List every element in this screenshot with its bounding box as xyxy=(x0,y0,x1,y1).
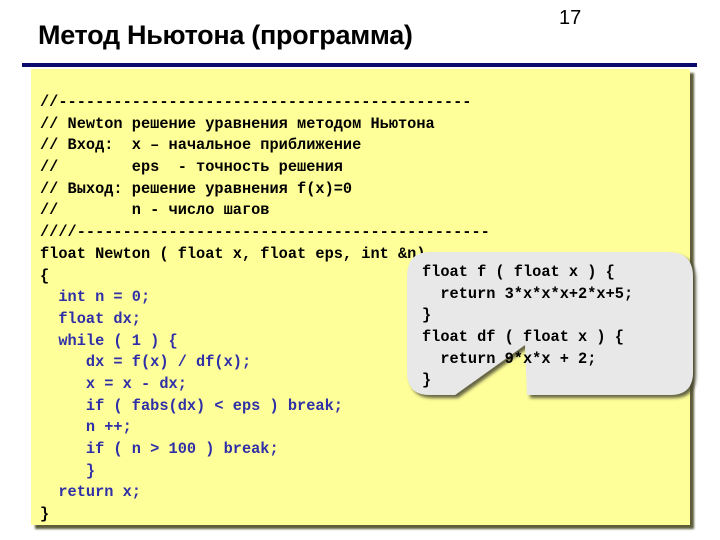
callout-line: float df ( float x ) { xyxy=(422,328,624,347)
code-line: // Newton решение уравнения методом Ньют… xyxy=(40,114,435,133)
code-line: // Выход: решение уравнения f(x)=0 xyxy=(40,179,353,198)
callout-line: } xyxy=(422,371,432,390)
code-line: if ( n > 100 ) break; xyxy=(40,440,279,458)
callout-line: return 3*x*x*x+2*x+5; xyxy=(422,284,634,303)
code-line: } xyxy=(40,461,96,480)
title-divider xyxy=(22,63,697,67)
code-line: } xyxy=(40,505,50,524)
code-line: return x; xyxy=(40,483,141,502)
callout-line: float f ( float x ) { xyxy=(422,263,615,281)
code-line: //--------------------------------------… xyxy=(40,93,472,111)
callout-line: } xyxy=(422,306,432,325)
callout-line: return 9*x*x + 2; xyxy=(422,349,597,368)
code-line: // Вход: x – начальное приближение xyxy=(40,136,362,155)
code-line: ////------------------------------------… xyxy=(40,223,490,242)
code-line: n ++; xyxy=(40,418,132,437)
slide-number: 17 xyxy=(559,7,582,29)
code-line: // eps - точность решения xyxy=(40,158,343,177)
callout-code: float f ( float x ) { return 3*x*x*x+2*x… xyxy=(422,262,633,392)
code-line: // n - число шагов xyxy=(40,201,270,220)
slide-title: Метод Ньютона (программа) xyxy=(38,20,413,50)
code-line: if ( fabs(dx) < eps ) break; xyxy=(40,396,343,415)
